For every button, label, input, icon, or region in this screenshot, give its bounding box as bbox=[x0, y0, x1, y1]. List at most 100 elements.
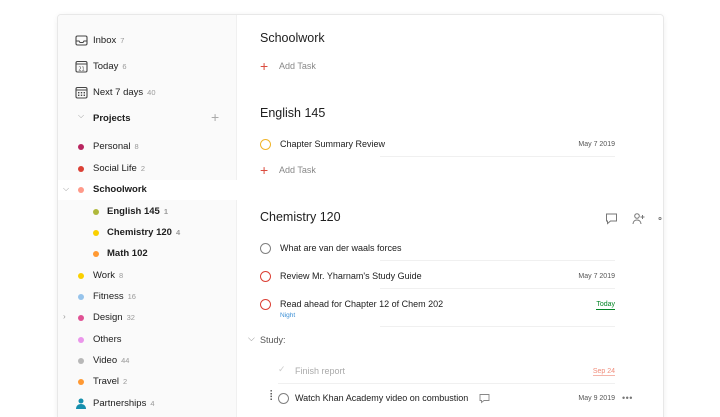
project-schoolwork[interactable]: ⌵ Schoolwork bbox=[58, 180, 237, 200]
add-person-icon[interactable] bbox=[632, 212, 645, 225]
project-label: English 145 bbox=[107, 206, 160, 217]
project-count: 2 bbox=[140, 164, 146, 173]
task-checkbox[interactable] bbox=[260, 271, 271, 282]
project-design[interactable]: › Design 32 bbox=[58, 308, 237, 328]
calendar-week-icon bbox=[75, 86, 88, 99]
nav-inbox-count: 7 bbox=[120, 36, 125, 45]
project-count: 2 bbox=[123, 377, 128, 386]
project-label: Video bbox=[93, 355, 118, 366]
section-title-chemistry-120: Chemistry 120 bbox=[260, 210, 341, 224]
divider bbox=[380, 288, 615, 289]
project-color-dot bbox=[78, 315, 84, 321]
task-checkbox[interactable] bbox=[260, 139, 271, 150]
add-project-icon[interactable]: + bbox=[211, 109, 219, 125]
check-icon[interactable]: ✓ bbox=[278, 364, 286, 375]
chevron-down-icon[interactable]: ⌵ bbox=[63, 184, 69, 194]
project-color-dot bbox=[93, 230, 99, 236]
comment-icon[interactable] bbox=[479, 393, 490, 404]
add-task-button[interactable]: + Add Task bbox=[260, 58, 380, 76]
nav-next7-label: Next 7 days bbox=[93, 87, 144, 98]
divider bbox=[380, 260, 615, 261]
projects-heading: Projects bbox=[93, 113, 131, 124]
task-content: Chapter Summary Review bbox=[280, 139, 386, 149]
task-content: Read ahead for Chapter 12 of Chem 202 bbox=[280, 299, 444, 309]
inbox-icon bbox=[75, 35, 88, 46]
task-due-date[interactable]: May 9 2019 bbox=[578, 395, 615, 402]
task-checkbox[interactable] bbox=[260, 299, 271, 310]
project-color-dot bbox=[78, 187, 84, 193]
project-count: 8 bbox=[134, 142, 139, 151]
project-math-102[interactable]: Math 102 bbox=[58, 244, 237, 264]
nav-next7-count: 40 bbox=[147, 88, 156, 97]
project-color-dot bbox=[78, 144, 84, 150]
task-checkbox[interactable] bbox=[278, 393, 289, 404]
nav-today[interactable]: 21 Today 6 bbox=[58, 56, 237, 78]
main-content: Schoolwork + Add Task English 145 Chapte… bbox=[238, 15, 663, 417]
project-personal[interactable]: Personal 8 bbox=[58, 137, 237, 157]
project-work[interactable]: Work 8 bbox=[58, 266, 237, 286]
task-content: Watch Khan Academy video on combustion bbox=[295, 393, 469, 403]
project-color-dot bbox=[93, 251, 99, 257]
project-video[interactable]: Video 44 bbox=[58, 351, 237, 371]
task-checkbox[interactable] bbox=[260, 243, 271, 254]
task-due-date[interactable]: Sep 24 bbox=[592, 368, 615, 376]
nav-next-7-days[interactable]: Next 7 days 40 bbox=[58, 82, 237, 104]
add-task-label: Add Task bbox=[279, 165, 316, 175]
plus-icon: + bbox=[260, 58, 269, 74]
project-fitness[interactable]: Fitness 16 bbox=[58, 287, 237, 307]
project-count: 4 bbox=[150, 399, 155, 408]
project-color-dot bbox=[78, 273, 84, 279]
shared-project-icon bbox=[76, 398, 86, 409]
app-window: Inbox 7 21 Today 6 Next 7 days 40 ⌵ Project… bbox=[57, 14, 664, 417]
project-chemistry-120[interactable]: Chemistry 120 4 bbox=[58, 223, 237, 243]
project-label: Fitness bbox=[93, 291, 124, 302]
project-travel[interactable]: Travel 2 bbox=[58, 372, 237, 392]
project-count: 4 bbox=[175, 228, 181, 237]
project-partnerships[interactable]: Partnerships 4 bbox=[58, 394, 237, 414]
subsection-title-study: Study: bbox=[260, 335, 286, 345]
project-label: Travel bbox=[93, 376, 120, 387]
project-english-145[interactable]: English 145 1 bbox=[58, 202, 237, 222]
project-label: Partnerships bbox=[93, 398, 147, 409]
task-content: What are van der waals forces bbox=[280, 243, 402, 253]
project-label: Work bbox=[93, 270, 115, 281]
project-label: Personal bbox=[93, 141, 131, 152]
task-item[interactable]: Watch Khan Academy video on combustion M… bbox=[278, 389, 615, 413]
project-color-dot bbox=[78, 358, 84, 364]
project-color-dot bbox=[93, 209, 99, 215]
task-more-icon[interactable]: ••• bbox=[622, 393, 633, 403]
nav-inbox-label: Inbox bbox=[93, 35, 117, 46]
drag-handle-icon[interactable]: ⡇ bbox=[269, 390, 276, 401]
project-count: 1 bbox=[163, 207, 168, 216]
project-label: Schoolwork bbox=[93, 184, 147, 195]
project-others[interactable]: Others bbox=[58, 330, 237, 350]
project-count: 16 bbox=[127, 292, 136, 301]
task-due-date[interactable]: May 7 2019 bbox=[578, 273, 615, 280]
task-content: Finish report bbox=[295, 366, 346, 376]
comment-icon[interactable] bbox=[605, 212, 618, 225]
task-item[interactable]: Read ahead for Chapter 12 of Chem 202 To… bbox=[260, 295, 615, 325]
more-options-icon[interactable] bbox=[658, 212, 664, 225]
project-color-dot bbox=[78, 379, 84, 385]
divider bbox=[380, 156, 615, 157]
chevron-right-icon[interactable]: › bbox=[63, 312, 66, 321]
project-social-life[interactable]: Social Life 2 bbox=[58, 159, 237, 179]
task-due-date[interactable]: May 7 2019 bbox=[578, 141, 615, 148]
project-color-dot bbox=[78, 294, 84, 300]
project-count: 44 bbox=[121, 356, 130, 365]
sidebar: Inbox 7 21 Today 6 Next 7 days 40 ⌵ Project… bbox=[58, 15, 237, 417]
project-label: Others bbox=[93, 334, 122, 345]
calendar-day-number: 21 bbox=[78, 67, 84, 73]
nav-inbox[interactable]: Inbox 7 bbox=[58, 30, 237, 52]
task-time-label: Night bbox=[280, 312, 296, 319]
project-count: 32 bbox=[126, 313, 135, 322]
task-content: Review Mr. Yharnam's Study Guide bbox=[280, 271, 422, 281]
project-label: Chemistry 120 bbox=[107, 227, 172, 238]
section-title-schoolwork: Schoolwork bbox=[260, 31, 325, 45]
nav-today-label: Today bbox=[93, 61, 119, 72]
chevron-down-icon[interactable]: ⌵ bbox=[248, 333, 255, 344]
task-due-date[interactable]: Today bbox=[596, 301, 615, 310]
add-task-button[interactable]: + Add Task bbox=[260, 162, 380, 180]
divider bbox=[380, 326, 615, 327]
projects-collapse-icon[interactable]: ⌵ bbox=[78, 111, 84, 121]
